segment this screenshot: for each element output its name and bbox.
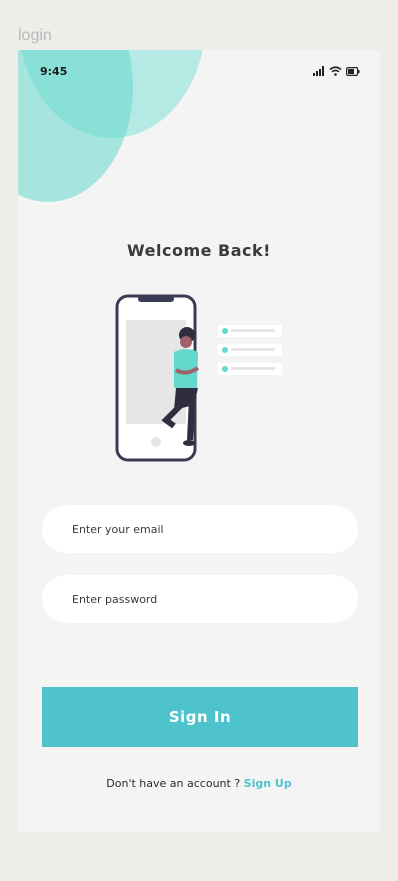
signup-prompt-text: Don't have an account ? [106, 777, 244, 790]
password-field-container [42, 575, 358, 623]
phone-screen: 9:45 Welcome Back! Enter your email Sign… [18, 50, 380, 832]
email-field-container [42, 505, 358, 553]
page-title: Welcome Back! [127, 241, 271, 260]
email-field[interactable] [70, 521, 358, 537]
frame-label: login [18, 27, 52, 44]
sign-in-button[interactable]: Sign In [42, 687, 358, 747]
status-time: 9:45 [40, 65, 68, 78]
signup-prompt: Don't have an account ? Sign Up [18, 777, 380, 790]
status-icons [313, 66, 360, 76]
phone-person-illustration [115, 294, 282, 462]
password-field[interactable] [70, 591, 358, 607]
decorative-blob [18, 50, 133, 202]
battery-icon [346, 67, 360, 76]
sign-up-link[interactable]: Sign Up [244, 777, 292, 790]
wifi-icon [329, 66, 342, 76]
signal-icon [313, 66, 324, 76]
